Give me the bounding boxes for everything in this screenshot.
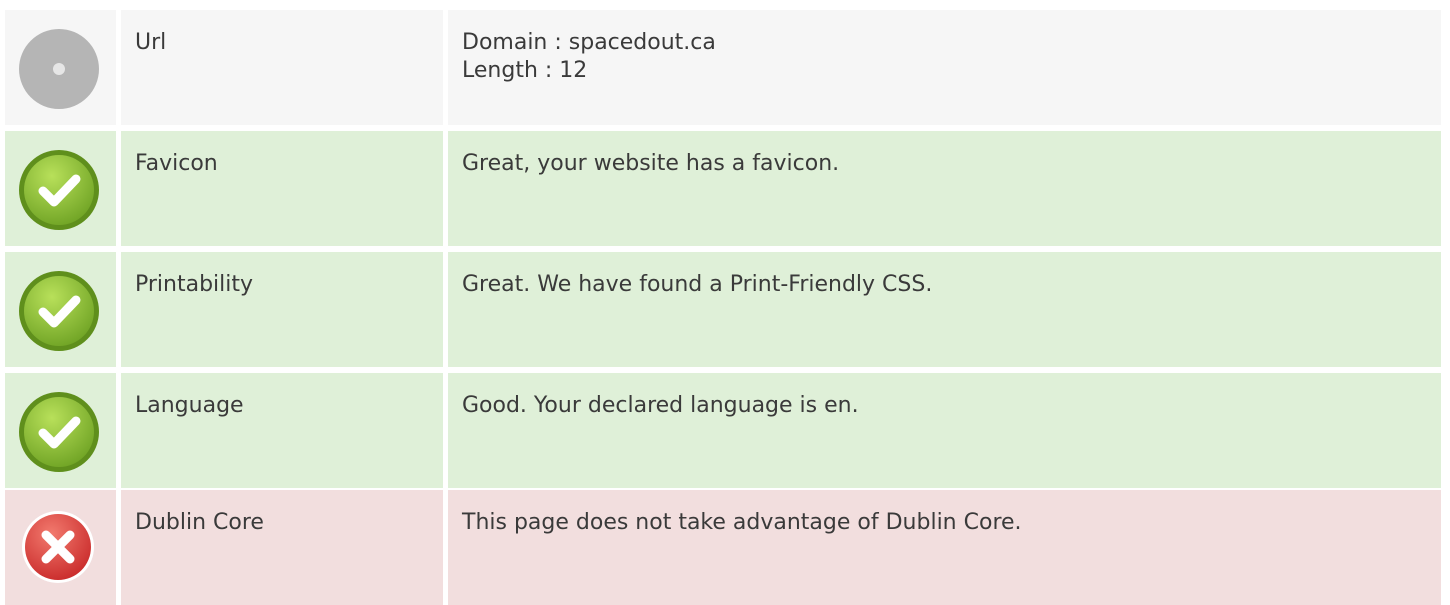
status-cell [5, 252, 116, 367]
row-label-cell: Dublin Core [121, 490, 443, 605]
row-value-cell: Great, your website has a favicon. [448, 131, 1441, 246]
check-circle-icon [18, 391, 100, 473]
row-label-cell: Url [121, 10, 443, 125]
result-row-language: Language Good. Your declared language is… [5, 373, 1441, 488]
result-row-printability: Printability Great. We have found a Prin… [5, 252, 1441, 367]
result-row-dublin-core: Dublin Core This page does not take adva… [5, 490, 1441, 605]
error-x-circle-icon [17, 506, 99, 588]
row-label-cell: Language [121, 373, 443, 488]
row-label: Favicon [135, 151, 218, 176]
row-value-cell: Good. Your declared language is en. [448, 373, 1441, 488]
status-cell [5, 490, 116, 605]
status-cell [5, 10, 116, 125]
row-value-text: Good. Your declared language is en. [462, 393, 859, 418]
row-value-text: Great, your website has a favicon. [462, 151, 840, 176]
gray-circle-icon [18, 28, 100, 110]
row-value-cell: Domain : spacedout.ca Length : 12 [448, 10, 1441, 125]
url-domain-text: Domain : spacedout.ca [462, 30, 716, 55]
check-circle-icon [18, 149, 100, 231]
row-label-cell: Printability [121, 252, 443, 367]
row-value-cell: This page does not take advantage of Dub… [448, 490, 1441, 605]
row-label: Printability [135, 272, 254, 297]
row-label: Url [135, 30, 167, 55]
row-value-cell: Great. We have found a Print-Friendly CS… [448, 252, 1441, 367]
row-value-text: This page does not take advantage of Dub… [462, 510, 1022, 535]
status-cell [5, 373, 116, 488]
result-row-url: Url Domain : spacedout.ca Length : 12 [5, 10, 1441, 125]
result-row-favicon: Favicon Great, your website has a favico… [5, 131, 1441, 246]
status-cell [5, 131, 116, 246]
row-label: Language [135, 393, 244, 418]
row-label: Dublin Core [135, 510, 264, 535]
row-label-cell: Favicon [121, 131, 443, 246]
url-length-text: Length : 12 [462, 58, 588, 83]
row-value-text: Great. We have found a Print-Friendly CS… [462, 272, 933, 297]
check-circle-icon [18, 270, 100, 352]
